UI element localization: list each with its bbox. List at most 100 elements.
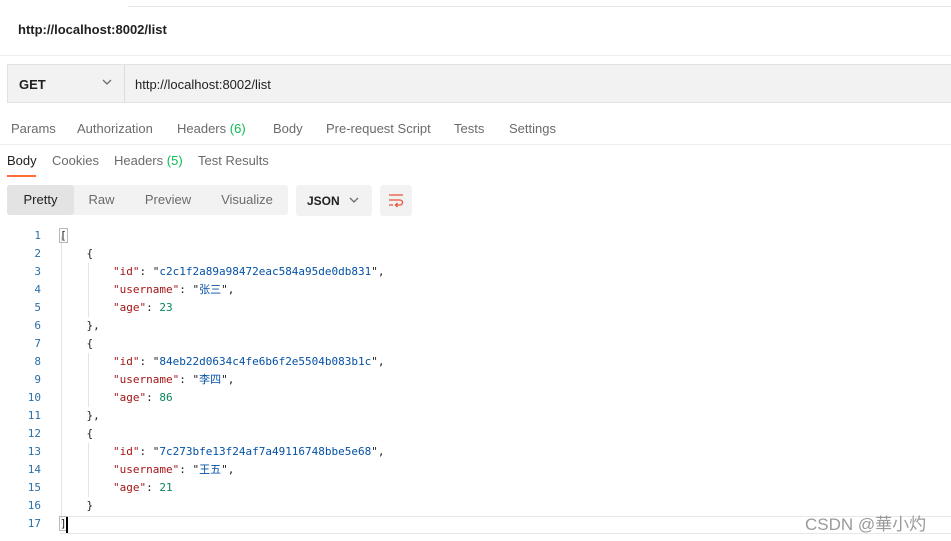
json-comma: , <box>227 283 235 296</box>
headers-count: (6) <box>229 121 246 136</box>
active-tab-indicator <box>7 175 36 177</box>
json-key: "age" <box>112 481 147 494</box>
code-line: 15 "age": 21 <box>0 479 951 497</box>
code-line: 5 "age": 23 <box>0 299 951 317</box>
json-string: 7c273bfe13f24af7a49116748bbe5e68 <box>159 445 372 458</box>
method-label: GET <box>19 77 46 92</box>
line-number: 7 <box>34 337 41 350</box>
chevron-down-icon <box>349 197 359 203</box>
line-number: 10 <box>27 391 41 404</box>
json-colon: : <box>179 463 193 476</box>
code-line: 12 { <box>0 425 951 443</box>
json-key: "age" <box>112 391 147 404</box>
code-line: 3 "id": "c2c1f2a89a98472eac584a95de0db83… <box>0 263 951 281</box>
json-comma: , <box>227 463 235 476</box>
code-line: 1[ <box>0 227 951 245</box>
line-number: 11 <box>27 409 41 422</box>
json-number: 86 <box>159 391 173 404</box>
line-number: 17 <box>27 517 41 530</box>
json-string: c2c1f2a89a98472eac584a95de0db831 <box>159 265 372 278</box>
line-number: 12 <box>27 427 41 440</box>
response-tab-body[interactable]: Body <box>7 153 37 168</box>
json-string: 李四 <box>199 373 222 386</box>
code-line: 6 }, <box>0 317 951 335</box>
format-select[interactable]: JSON <box>296 185 372 216</box>
visualize-button[interactable]: Visualize <box>212 185 282 215</box>
tab-pre-request-script[interactable]: Pre-request Script <box>326 121 431 136</box>
close-brace: } <box>86 499 94 512</box>
open-brace: { <box>86 427 94 440</box>
method-select[interactable]: GET <box>8 65 125 102</box>
url-input[interactable]: http://localhost:8002/list <box>135 77 271 92</box>
line-number: 9 <box>34 373 41 386</box>
tab-authorization[interactable]: Authorization <box>77 121 153 136</box>
format-label: JSON <box>307 194 340 208</box>
json-key: "id" <box>112 445 140 458</box>
json-colon: : <box>146 391 160 404</box>
top-separator <box>128 6 951 7</box>
json-colon: : <box>139 265 153 278</box>
wrap-lines-button[interactable] <box>380 185 412 216</box>
line-number: 15 <box>27 481 41 494</box>
response-tab-cookies[interactable]: Cookies <box>52 153 99 168</box>
code-line: 14 "username": "王五", <box>0 461 951 479</box>
json-colon: : <box>139 355 153 368</box>
line-number: 5 <box>34 301 41 314</box>
json-key: "username" <box>112 463 180 476</box>
preview-button[interactable]: Preview <box>136 185 200 215</box>
json-colon: : <box>139 445 153 458</box>
line-number: 1 <box>34 229 41 242</box>
json-key: "id" <box>112 265 140 278</box>
title-divider <box>0 55 951 56</box>
json-colon: : <box>146 481 160 494</box>
json-number: 23 <box>159 301 173 314</box>
open-bracket: [ <box>59 228 68 243</box>
line-number: 2 <box>34 247 41 260</box>
code-line: 10 "age": 86 <box>0 389 951 407</box>
json-string: 84eb22d0634c4fe6b6f2e5504b083b1c <box>159 355 372 368</box>
json-comma: , <box>377 445 385 458</box>
code-line: 2 { <box>0 245 951 263</box>
open-brace: { <box>86 247 94 260</box>
line-number: 3 <box>34 265 41 278</box>
json-comma: , <box>227 373 235 386</box>
request-title[interactable]: http://localhost:8002/list <box>18 22 167 37</box>
json-colon: : <box>179 283 193 296</box>
json-string: 张三 <box>199 283 222 296</box>
json-key: "username" <box>112 373 180 386</box>
json-comma: , <box>377 355 385 368</box>
code-line: 4 "username": "张三", <box>0 281 951 299</box>
text-cursor <box>66 517 68 533</box>
close-brace: }, <box>86 409 100 422</box>
tab-headers[interactable]: Headers (6) <box>177 121 246 136</box>
tab-settings[interactable]: Settings <box>509 121 556 136</box>
response-headers-count: (5) <box>166 153 183 168</box>
code-line: 8 "id": "84eb22d0634c4fe6b6f2e5504b083b1… <box>0 353 951 371</box>
tab-params[interactable]: Params <box>11 121 56 136</box>
chevron-down-icon <box>102 79 112 85</box>
json-key: "username" <box>112 283 180 296</box>
pretty-button[interactable]: Pretty <box>7 185 74 215</box>
json-number: 21 <box>159 481 173 494</box>
code-line: 9 "username": "李四", <box>0 371 951 389</box>
view-mode-group: Pretty Raw Preview Visualize <box>7 185 288 215</box>
code-line: 13 "id": "7c273bfe13f24af7a49116748bbe5e… <box>0 443 951 461</box>
json-key: "age" <box>112 301 147 314</box>
json-string: 王五 <box>199 463 222 476</box>
response-tab-test-results[interactable]: Test Results <box>198 153 269 168</box>
url-bar: GET http://localhost:8002/list <box>7 64 951 103</box>
close-brace: }, <box>86 319 100 332</box>
line-number: 16 <box>27 499 41 512</box>
line-number: 4 <box>34 283 41 296</box>
json-colon: : <box>146 301 160 314</box>
json-comma: , <box>377 265 385 278</box>
json-key: "id" <box>112 355 140 368</box>
wrap-lines-icon <box>389 194 404 208</box>
raw-button[interactable]: Raw <box>78 185 125 215</box>
tab-tests[interactable]: Tests <box>454 121 484 136</box>
json-colon: : <box>179 373 193 386</box>
request-tabs-divider <box>0 144 951 145</box>
tab-body[interactable]: Body <box>273 121 303 136</box>
line-number: 8 <box>34 355 41 368</box>
response-tab-headers[interactable]: Headers (5) <box>114 153 183 168</box>
